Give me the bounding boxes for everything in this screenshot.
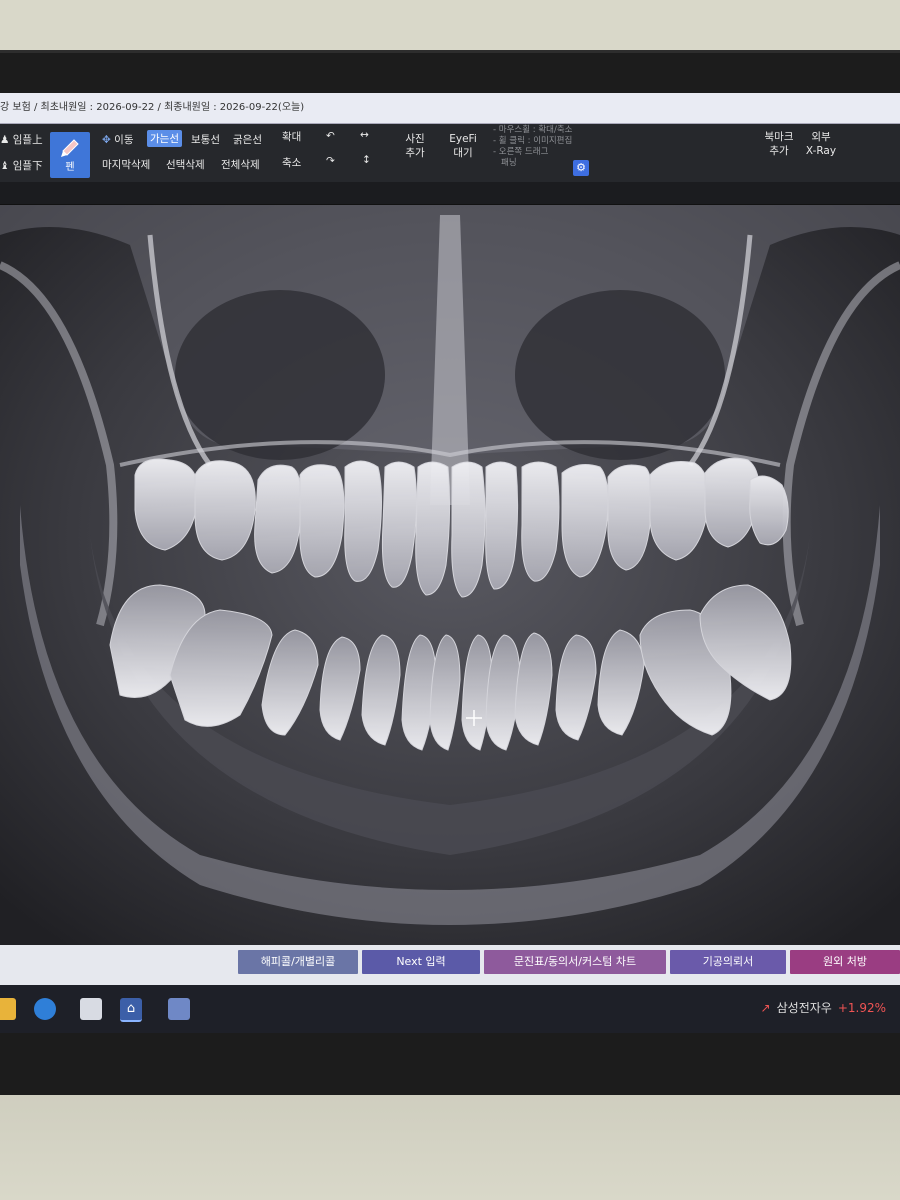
outlook-icon[interactable] [34,998,56,1020]
rotate-right-icon[interactable]: ↷ [326,155,335,167]
settings-gear-icon[interactable]: ⚙ [573,160,589,176]
flip-horizontal-icon[interactable]: ↔ [360,129,369,141]
move-button[interactable]: ✥ 이동 [102,132,133,147]
panoramic-xray-image[interactable] [0,205,900,945]
network-app-icon[interactable] [168,998,190,1020]
delete-last-button[interactable]: 마지막삭제 [102,157,150,172]
photo-add-button[interactable]: 사진 추가 [400,132,430,160]
lab-request-button[interactable]: 기공의뢰서 [670,950,786,974]
patient-visit-info: 강 보험 / 최초내원일 : 2026-09-22 / 최종내원일 : 2026… [0,102,305,113]
delete-selected-button[interactable]: 선택삭제 [166,157,205,172]
questionnaire-consent-chart-button[interactable]: 문진표/동의서/커스텀 차트 [484,950,666,974]
stock-name: 삼성전자우 [776,1001,832,1015]
thick-line-button[interactable]: 굵은선 [233,132,262,147]
dental-app-icon[interactable]: ⌂ [120,998,142,1022]
trend-up-icon: ↗ [760,1001,771,1015]
implant-lower-button[interactable]: ♝ 임플下 [0,158,43,173]
patient-info-bar: 강 보험 / 최초내원일 : 2026-09-22 / 최종내원일 : 2026… [0,93,900,124]
pen-icon [61,139,79,157]
tooth-icon: ♝ [0,160,13,172]
stock-ticker-widget[interactable]: ↗ 삼성전자우 +1.92% [761,999,886,1016]
xray-drawing [0,205,900,945]
stock-change: +1.92% [837,1001,886,1015]
external-xray-button[interactable]: 외부 X-Ray [803,130,839,158]
rotate-left-icon[interactable]: ↶ [326,130,335,142]
mouse-hints: - 마우스휠 : 확대/축소 - 휠 클릭 : 이미지편집 - 오른쪽 드래그 … [493,125,573,168]
outside-prescription-button[interactable]: 원외 처방 [790,950,900,974]
thin-line-button[interactable]: 가는선 [147,130,182,147]
eyefi-wait-button[interactable]: EyeFi 대기 [446,132,480,160]
bookmark-add-button[interactable]: 북마크 추가 [760,130,798,158]
windows-taskbar: ⌂ ↗ 삼성전자우 +1.92% [0,985,900,1033]
delete-all-button[interactable]: 전체삭제 [221,157,260,172]
flip-vertical-icon[interactable]: ↕ [362,154,371,166]
zoom-out-button[interactable]: 축소 [282,155,301,170]
photo-app-icon[interactable] [80,998,102,1020]
pen-button[interactable]: 펜 [50,132,90,178]
file-explorer-icon[interactable] [0,998,16,1020]
monitor-bottom-bezel [0,1095,900,1200]
implant-upper-button[interactable]: ♟ 임플上 [0,132,43,147]
zoom-in-button[interactable]: 확대 [282,129,301,144]
normal-line-button[interactable]: 보통선 [191,132,220,147]
toolbar-divider [0,182,900,205]
happycall-recall-button[interactable]: 해피콜/개별리콜 [238,950,358,974]
tooth-icon: ♟ [0,134,13,146]
image-toolbar: ♟ 임플上 ♝ 임플下 펜 ✥ 이동 가는선 보통선 굵은선 확대 마지막삭제 … [0,124,900,182]
screen: 강 보험 / 최초내원일 : 2026-09-22 / 최종내원일 : 2026… [0,93,900,1033]
move-icon: ✥ [102,134,111,146]
monitor-frame: 강 보험 / 최초내원일 : 2026-09-22 / 최종내원일 : 2026… [0,50,900,1098]
next-input-button[interactable]: Next 입력 [362,950,480,974]
action-button-bar: 해피콜/개별리콜 Next 입력 문진표/동의서/커스텀 차트 기공의뢰서 원외… [0,945,900,985]
